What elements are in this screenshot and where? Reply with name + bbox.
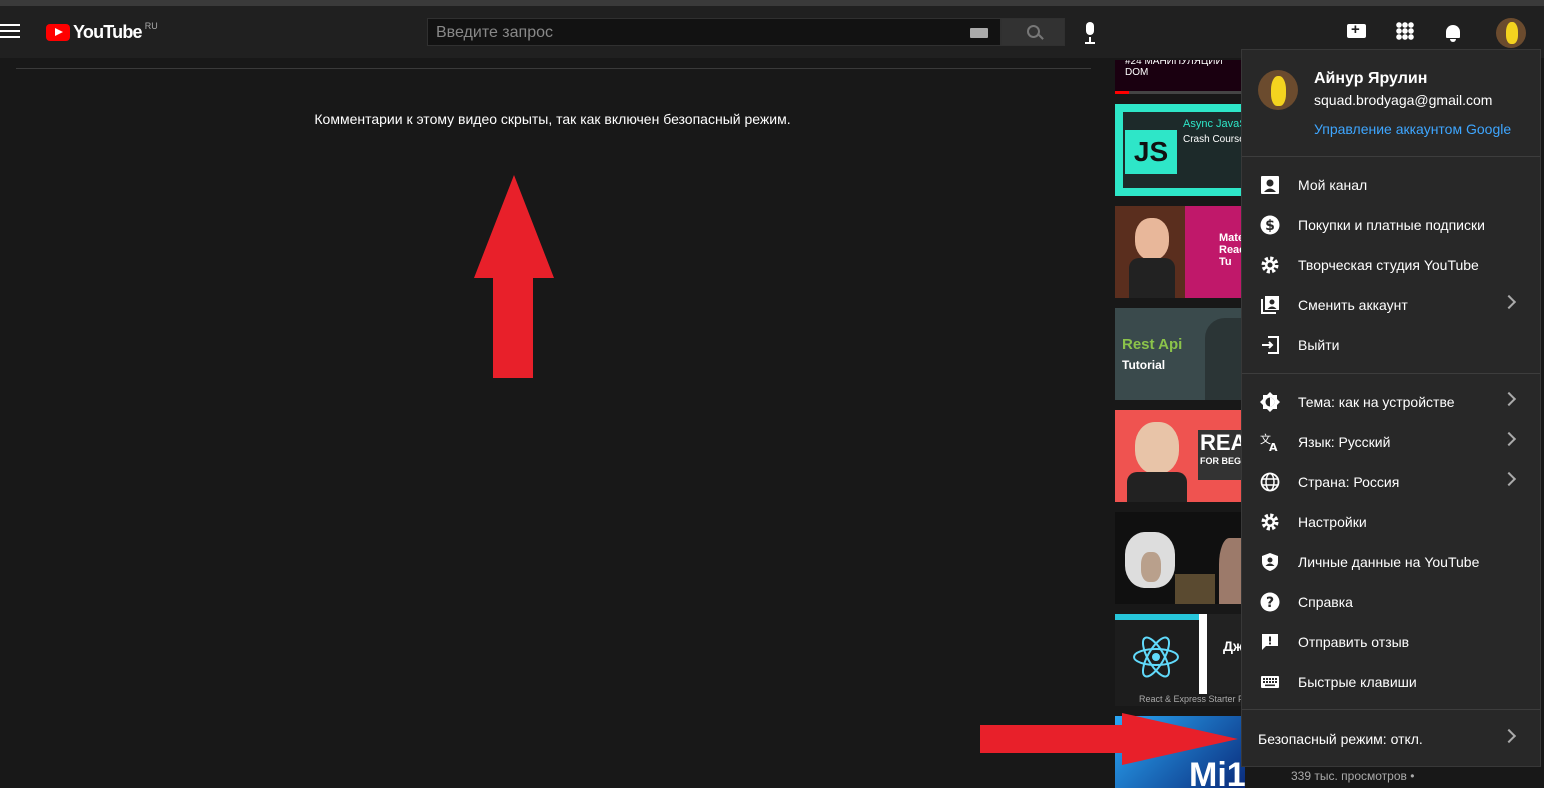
svg-text:A: A	[1269, 441, 1278, 452]
help-icon: ?	[1260, 592, 1280, 612]
divider	[16, 68, 1091, 69]
menu-item-label: Страна: Россия	[1298, 474, 1400, 490]
video-thumbnail[interactable]: Дж React & Express Starter P	[1115, 614, 1245, 706]
menu-item-keyboard-shortcuts[interactable]: Быстрые клавиши	[1242, 662, 1540, 702]
menu-item-label: Покупки и платные подписки	[1298, 217, 1485, 233]
svg-text:$: $	[1265, 218, 1275, 234]
menu-item-label: Быстрые клавиши	[1298, 674, 1417, 690]
user-name: Айнур Ярулин	[1314, 70, 1428, 87]
account-box-icon	[1261, 176, 1279, 194]
theme-icon	[1260, 392, 1280, 412]
keyboard-icon[interactable]	[970, 28, 988, 38]
menu-item-label: Справка	[1298, 594, 1353, 610]
menu-separator	[1242, 709, 1540, 710]
menu-item-my-channel[interactable]: Мой канал	[1242, 165, 1540, 205]
video-thumbnail[interactable]: REA FOR BEG	[1115, 410, 1245, 502]
avatar[interactable]	[1496, 18, 1526, 48]
search-button[interactable]	[1001, 18, 1065, 46]
menu-item-label: Тема: как на устройстве	[1298, 394, 1455, 410]
chevron-right-icon	[1501, 471, 1517, 487]
menu-item-label: Творческая студия YouTube	[1298, 257, 1479, 273]
menu-item-theme[interactable]: Тема: как на устройстве	[1242, 382, 1540, 422]
menu-item-country[interactable]: Страна: Россия	[1242, 462, 1540, 502]
translate-icon: 文A	[1260, 432, 1278, 452]
sign-out-icon	[1262, 336, 1279, 354]
mic-icon[interactable]	[1083, 22, 1097, 44]
shield-person-icon	[1262, 553, 1278, 571]
gear-icon	[1261, 513, 1279, 531]
menu-item-your-data[interactable]: Личные данные на YouTube	[1242, 542, 1540, 582]
menu-item-label: Язык: Русский	[1298, 434, 1391, 450]
dollar-icon: $	[1260, 215, 1280, 235]
bell-icon[interactable]	[1444, 24, 1462, 42]
menu-item-purchases[interactable]: $ Покупки и платные подписки	[1242, 205, 1540, 245]
menu-item-label: Мой канал	[1298, 177, 1368, 193]
menu-item-safe-mode[interactable]: Безопасный режим: откл.	[1242, 719, 1540, 759]
switch-account-icon	[1261, 296, 1279, 314]
manage-account-link[interactable]: Управление аккаунтом Google	[1314, 121, 1511, 137]
chevron-right-icon	[1501, 431, 1517, 447]
create-video-icon[interactable]	[1347, 21, 1366, 38]
menu-item-label: Отправить отзыв	[1298, 634, 1410, 650]
react-logo-icon	[1133, 636, 1179, 678]
menu-item-sign-out[interactable]: Выйти	[1242, 325, 1540, 365]
menu-item-label: Сменить аккаунт	[1298, 297, 1408, 313]
menu-item-label: Личные данные на YouTube	[1298, 554, 1480, 570]
youtube-logo[interactable]: YouTube RU	[46, 20, 158, 43]
menu-separator	[1242, 156, 1540, 157]
feedback-icon	[1262, 634, 1278, 650]
comments-hidden-message: Комментарии к этому видео скрыты, так ка…	[314, 111, 791, 127]
chevron-right-icon	[1501, 728, 1517, 744]
menu-item-label: Настройки	[1298, 514, 1367, 530]
menu-icon[interactable]	[0, 24, 20, 38]
country-code: RU	[144, 20, 158, 31]
globe-icon	[1260, 472, 1280, 492]
svg-text:?: ?	[1266, 595, 1274, 611]
menu-item-switch-account[interactable]: Сменить аккаунт	[1242, 285, 1540, 325]
search-icon	[1027, 25, 1040, 38]
menu-item-settings[interactable]: Настройки	[1242, 502, 1540, 542]
chevron-right-icon	[1501, 391, 1517, 407]
search-box	[427, 18, 1001, 46]
menu-item-studio[interactable]: Творческая студия YouTube	[1242, 245, 1540, 285]
video-thumbnail[interactable]: #24 МАНИПУЛЯЦИИ DOM	[1115, 60, 1245, 94]
video-thumbnail[interactable]: Materia React Tu	[1115, 206, 1245, 298]
account-menu: Айнур Ярулин squad.brodyaga@gmail.com Уп…	[1241, 49, 1541, 767]
annotation-arrow-up	[474, 175, 554, 378]
avatar	[1258, 70, 1298, 110]
menu-separator	[1242, 373, 1540, 374]
annotation-arrow-right	[980, 713, 1238, 765]
video-thumbnail[interactable]: JS Async JavaScript Crash Course	[1115, 104, 1245, 196]
logo-text: YouTube	[73, 22, 143, 42]
gear-icon	[1261, 256, 1279, 274]
youtube-play-icon	[46, 24, 70, 41]
apps-grid-icon[interactable]	[1396, 22, 1414, 40]
menu-item-help[interactable]: ? Справка	[1242, 582, 1540, 622]
menu-item-label: Выйти	[1298, 337, 1340, 353]
menu-item-feedback[interactable]: Отправить отзыв	[1242, 622, 1540, 662]
search-input[interactable]	[434, 23, 958, 43]
video-thumbnail[interactable]: Rest Api Tutorial	[1115, 308, 1245, 400]
menu-item-language[interactable]: 文A Язык: Русский	[1242, 422, 1540, 462]
chevron-right-icon	[1501, 294, 1517, 310]
video-thumbnail[interactable]	[1115, 512, 1245, 604]
keyboard-icon	[1261, 676, 1279, 688]
menu-item-label: Безопасный режим: откл.	[1258, 731, 1423, 747]
user-email: squad.brodyaga@gmail.com	[1314, 92, 1493, 108]
view-count: 339 тыс. просмотров •	[1291, 769, 1415, 783]
